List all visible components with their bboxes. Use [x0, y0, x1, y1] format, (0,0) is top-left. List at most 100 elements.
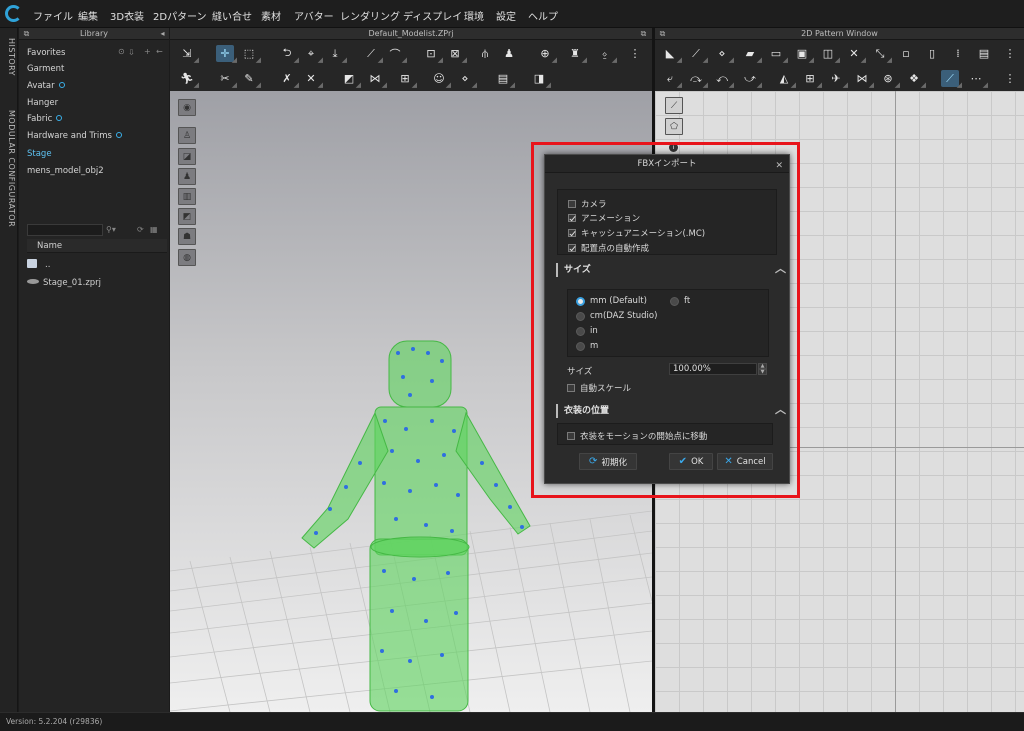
unit-m-radio[interactable]	[576, 341, 585, 351]
chevron-up-icon[interactable]: ︿	[775, 262, 786, 276]
transform-icon[interactable]: ✛ ◢	[216, 45, 237, 64]
dart-icon[interactable]: ◫ ◢	[819, 45, 840, 64]
arrangement-icon[interactable]: ⊕ ◢	[536, 45, 557, 64]
transform-pattern-icon[interactable]: ◣ ◢	[661, 45, 682, 64]
library-item-avatar[interactable]: Avatar	[27, 81, 65, 91]
solidify-icon[interactable]: ✗ ◢	[278, 70, 299, 89]
auto-arrangement-checkbox[interactable]	[568, 244, 576, 252]
show-garment-icon[interactable]: ♙	[178, 127, 196, 144]
menu-help[interactable]: ヘルプ	[528, 8, 558, 23]
free-sewing-icon[interactable]: ⤼ ◢	[687, 70, 708, 90]
close-icon[interactable]: ✕	[775, 157, 783, 175]
file-row-stage[interactable]: Stage_01.zprj	[27, 278, 101, 288]
topstitch-icon[interactable]: ☺ ◢	[430, 70, 451, 89]
pin-icon[interactable]: ⌖ ◢	[302, 45, 323, 65]
modular-configurator-tab[interactable]: MODULAR CONFIGURATOR	[2, 110, 16, 227]
graphic-2d-icon[interactable]: ✈ ◢	[827, 70, 848, 89]
unit-in-radio[interactable]	[576, 326, 585, 336]
position-section-header[interactable]: 衣装の位置 ︿	[556, 403, 786, 418]
pen-icon[interactable]: ⌒ ◢	[386, 45, 408, 65]
camera-option[interactable]: カメラ	[568, 198, 607, 210]
button-tool-icon[interactable]: ⊡ ◢	[422, 45, 443, 64]
unit-cm-radio[interactable]	[576, 311, 585, 321]
notch-icon[interactable]: ▫	[897, 45, 915, 62]
unit-m-option[interactable]: m	[576, 341, 598, 351]
edit-sewing-icon[interactable]: ⤺ ◢	[713, 70, 734, 90]
simulate-icon[interactable]: 🏃︎ ◢	[178, 70, 199, 89]
puckering-icon[interactable]: ⋄ ◢	[456, 70, 477, 89]
avatar-silhouette-icon[interactable]: ☗	[178, 228, 196, 245]
spin-down-icon[interactable]: ▼	[758, 369, 767, 375]
tack-icon[interactable]: ⤓ ◢	[326, 45, 347, 65]
undock-icon[interactable]: ⧉	[22, 29, 31, 38]
unit-in-option[interactable]: in	[576, 326, 598, 336]
camera-checkbox[interactable]	[568, 200, 576, 208]
menu-environment[interactable]: 環境	[464, 8, 484, 23]
box-select-icon[interactable]: ⬚ ◢	[240, 45, 261, 64]
add-point-icon[interactable]: ⋄ ◢	[713, 45, 734, 64]
cache-animation-option[interactable]: キャッシュアニメーション(.MC)	[568, 227, 705, 239]
sync-icon[interactable]: ⊙	[118, 47, 125, 56]
library-item-favorites[interactable]: Favorites	[27, 48, 65, 58]
grid-view-icon[interactable]: ▦	[150, 225, 158, 234]
download-icon[interactable]: ⇩	[128, 48, 135, 57]
library-item-fabric[interactable]: Fabric	[27, 114, 63, 124]
display-avatar-icon[interactable]: ◉	[178, 99, 196, 116]
reset-button[interactable]: ⟳ 初期化	[579, 453, 637, 470]
select-move-icon[interactable]: ⇲ ◢	[178, 45, 199, 64]
library-item-hardware-trims[interactable]: Hardware and Trims	[27, 131, 122, 141]
polygon-icon[interactable]: ▰ ◢	[741, 45, 762, 64]
environment-icon[interactable]: ◍	[178, 249, 196, 266]
unit-mm-option[interactable]: mm (Default)	[576, 296, 647, 306]
fabric-grid-icon[interactable]: ▤ ◢	[494, 70, 515, 89]
undock-icon[interactable]: ⧉	[658, 29, 667, 38]
show-stitch-icon[interactable]: ◩	[178, 208, 196, 225]
cache-animation-checkbox[interactable]	[568, 229, 576, 237]
strengthen-icon[interactable]: ✂ ◢	[216, 70, 237, 89]
unit-mm-radio[interactable]	[576, 296, 585, 306]
pattern-texture-icon[interactable]: ⋈ ◢	[366, 70, 388, 89]
library-item-garment[interactable]: Garment	[27, 64, 64, 74]
menu-settings[interactable]: 設定	[496, 8, 516, 23]
measure-2d-icon[interactable]: ⟋ ◢	[941, 70, 962, 89]
unit-cm-option[interactable]: cm(DAZ Studio)	[576, 311, 657, 321]
move-to-motion-start-option[interactable]: 衣装をモーションの開始点に移動	[567, 430, 707, 442]
topstitch-2d-icon[interactable]: ⊛ ◢	[879, 70, 900, 89]
ruler-icon[interactable]: ⋯ ◢	[967, 70, 989, 89]
animation-option[interactable]: アニメーション	[568, 212, 640, 224]
texture-icon[interactable]: ◩ ◢	[340, 70, 361, 89]
fit-map-icon[interactable]: ⍚ ◢	[596, 45, 617, 65]
chevron-up-icon[interactable]: ︿	[775, 403, 786, 417]
search-icon[interactable]: ⚲▾	[106, 225, 116, 234]
menu-sewing[interactable]: 縫い合せ	[212, 8, 252, 23]
show-fabric-icon[interactable]: ▥	[178, 188, 196, 205]
auto-scale-checkbox[interactable]	[567, 384, 575, 392]
auto-arrangement-option[interactable]: 配置点の自動作成	[568, 242, 649, 254]
check-sewing-icon[interactable]: ⤻ ◢	[741, 70, 762, 90]
fold-icon[interactable]: ✎ ◢	[240, 70, 261, 89]
more-icon[interactable]: ⋮	[1001, 70, 1019, 87]
symmetry-icon[interactable]: ▤	[975, 45, 993, 62]
hanger-icon[interactable]: ⫛	[476, 45, 494, 62]
animation-checkbox[interactable]	[568, 214, 576, 222]
shrink-icon[interactable]: ✕ ◢	[302, 70, 323, 89]
menu-render[interactable]: レンダリング	[340, 8, 400, 23]
fabric-stretch-icon[interactable]: ◨ ◢	[530, 70, 551, 89]
library-search-input[interactable]	[27, 224, 103, 236]
more-tools-icon[interactable]: ⋮	[626, 45, 644, 62]
graphic-icon[interactable]: ⊞ ◢	[396, 70, 417, 89]
history-tab[interactable]: HISTORY	[2, 38, 16, 76]
size-field[interactable]	[669, 363, 757, 375]
zipper-icon[interactable]: ⊠ ◢	[446, 45, 467, 64]
more-icon[interactable]: ⋮	[1001, 45, 1019, 62]
file-row-parent-folder[interactable]: ..	[27, 259, 50, 270]
menu-3d-garment[interactable]: 3D衣装	[110, 8, 144, 23]
measure-avatar-icon[interactable]: ♜ ◢	[566, 45, 587, 64]
segment-sewing-icon[interactable]: ⤶ ◢	[661, 70, 682, 90]
fabric-icon[interactable]: ◭ ◢	[775, 70, 796, 89]
measure-icon[interactable]: ⟋ ◢	[362, 45, 383, 65]
unit-ft-radio[interactable]	[670, 296, 679, 306]
add-icon[interactable]: +	[144, 47, 151, 56]
pattern-view-icon[interactable]: ⟋	[665, 97, 683, 114]
collapse-arrow-icon[interactable]: ◂	[158, 29, 167, 38]
